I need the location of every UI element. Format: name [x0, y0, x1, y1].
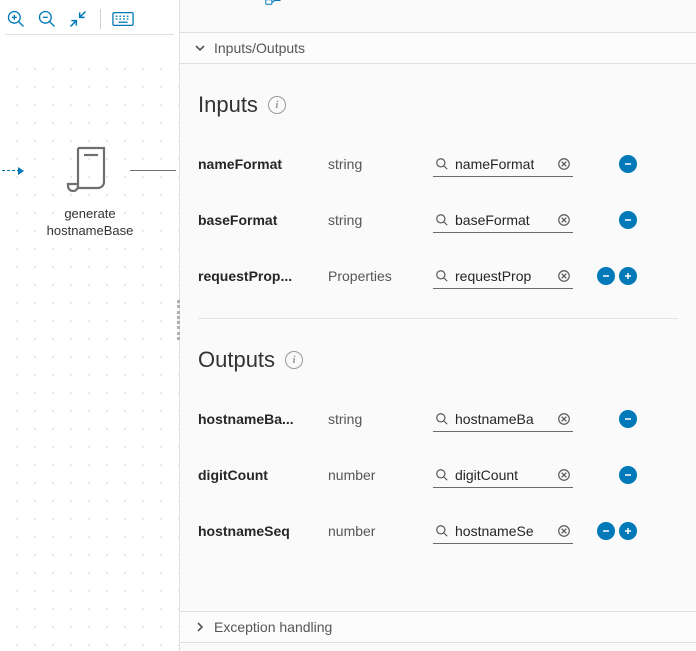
fit-to-screen-button[interactable]	[67, 8, 89, 30]
section-exception-header[interactable]: Exception handling	[180, 611, 696, 643]
row-actions	[583, 155, 641, 173]
search-icon	[435, 213, 449, 227]
connector-out	[130, 170, 176, 171]
association-icon[interactable]	[265, 0, 285, 14]
canvas-pane: generate hostnameBase	[0, 0, 180, 651]
clear-icon[interactable]	[557, 157, 571, 171]
value-text: digitCount	[455, 467, 518, 483]
param-name: hostnameSeq	[198, 523, 328, 539]
search-icon	[435, 157, 449, 171]
param-name: hostnameBa...	[198, 411, 328, 427]
param-type: number	[328, 467, 433, 483]
section-inputs-outputs-header[interactable]: Inputs/Outputs	[180, 32, 696, 64]
row-actions	[583, 522, 641, 540]
add-button[interactable]	[619, 267, 637, 285]
section-title: Inputs/Outputs	[214, 40, 305, 56]
zoom-out-button[interactable]	[36, 8, 58, 30]
outputs-rows: hostnameBa... string hostnameBa digitCou…	[198, 391, 678, 559]
remove-button[interactable]	[597, 267, 615, 285]
row-actions	[583, 466, 641, 484]
row-actions	[583, 410, 641, 428]
panel-top-strip	[180, 0, 696, 32]
divider	[198, 318, 678, 319]
zoom-in-button[interactable]	[5, 8, 27, 30]
param-type: string	[328, 212, 433, 228]
section-body: Inputs i nameFormat string nameFormat ba…	[180, 64, 696, 611]
outputs-title: Outputs	[198, 347, 275, 373]
param-name: requestProp...	[198, 268, 328, 284]
outputs-heading-row: Outputs i	[198, 347, 678, 373]
value-field[interactable]: nameFormat	[433, 151, 573, 177]
value-text: hostnameBa	[455, 411, 534, 427]
clear-icon[interactable]	[557, 468, 571, 482]
row-actions	[583, 267, 641, 285]
param-name: baseFormat	[198, 212, 328, 228]
zoom-group	[5, 8, 89, 30]
param-type: string	[328, 156, 433, 172]
connector-in-arrow	[2, 170, 22, 172]
value-field[interactable]: requestProp	[433, 263, 573, 289]
remove-button[interactable]	[619, 155, 637, 173]
info-icon[interactable]: i	[268, 96, 286, 114]
output-row: hostnameBa... string hostnameBa	[198, 391, 678, 447]
canvas-toolbar	[5, 3, 174, 35]
add-button[interactable]	[619, 522, 637, 540]
inputs-rows: nameFormat string nameFormat baseFormat …	[198, 136, 678, 304]
chevron-down-icon	[194, 42, 206, 54]
search-icon	[435, 468, 449, 482]
value-text: baseFormat	[455, 212, 530, 228]
properties-panel: Inputs/Outputs Inputs i nameFormat strin…	[180, 0, 696, 651]
param-name: digitCount	[198, 467, 328, 483]
value-field[interactable]: hostnameSe	[433, 518, 573, 544]
script-icon	[66, 142, 114, 199]
value-text: hostnameSe	[455, 523, 534, 539]
node-label: generate hostnameBase	[47, 206, 134, 240]
row-actions	[583, 211, 641, 229]
param-type: number	[328, 523, 433, 539]
remove-button[interactable]	[597, 522, 615, 540]
param-type: string	[328, 411, 433, 427]
clear-icon[interactable]	[557, 269, 571, 283]
remove-button[interactable]	[619, 211, 637, 229]
inputs-heading-row: Inputs i	[198, 92, 678, 118]
value-field[interactable]: digitCount	[433, 462, 573, 488]
toolbar-divider	[100, 9, 101, 29]
zoom-out-icon	[37, 9, 57, 29]
clear-icon[interactable]	[557, 412, 571, 426]
value-field[interactable]: baseFormat	[433, 207, 573, 233]
canvas-resize-handle[interactable]	[177, 300, 181, 340]
zoom-in-icon	[6, 9, 26, 29]
collapse-icon	[68, 9, 88, 29]
search-icon	[435, 524, 449, 538]
search-icon	[435, 412, 449, 426]
value-text: requestProp	[455, 268, 531, 284]
param-name: nameFormat	[198, 156, 328, 172]
param-type: Properties	[328, 268, 433, 284]
value-field[interactable]: hostnameBa	[433, 406, 573, 432]
input-row: nameFormat string nameFormat	[198, 136, 678, 192]
remove-button[interactable]	[619, 410, 637, 428]
value-text: nameFormat	[455, 156, 534, 172]
clear-icon[interactable]	[557, 213, 571, 227]
keyboard-button[interactable]	[112, 8, 134, 30]
search-icon	[435, 269, 449, 283]
input-row: baseFormat string baseFormat	[198, 192, 678, 248]
inputs-title: Inputs	[198, 92, 258, 118]
workflow-node[interactable]: generate hostnameBase	[60, 142, 120, 240]
keyboard-icon	[112, 10, 134, 28]
remove-button[interactable]	[619, 466, 637, 484]
output-row: hostnameSeq number hostnameSe	[198, 503, 678, 559]
chevron-right-icon	[194, 621, 206, 633]
clear-icon[interactable]	[557, 524, 571, 538]
section-title: Exception handling	[214, 619, 332, 635]
input-row: requestProp... Properties requestProp	[198, 248, 678, 304]
output-row: digitCount number digitCount	[198, 447, 678, 503]
info-icon[interactable]: i	[285, 351, 303, 369]
